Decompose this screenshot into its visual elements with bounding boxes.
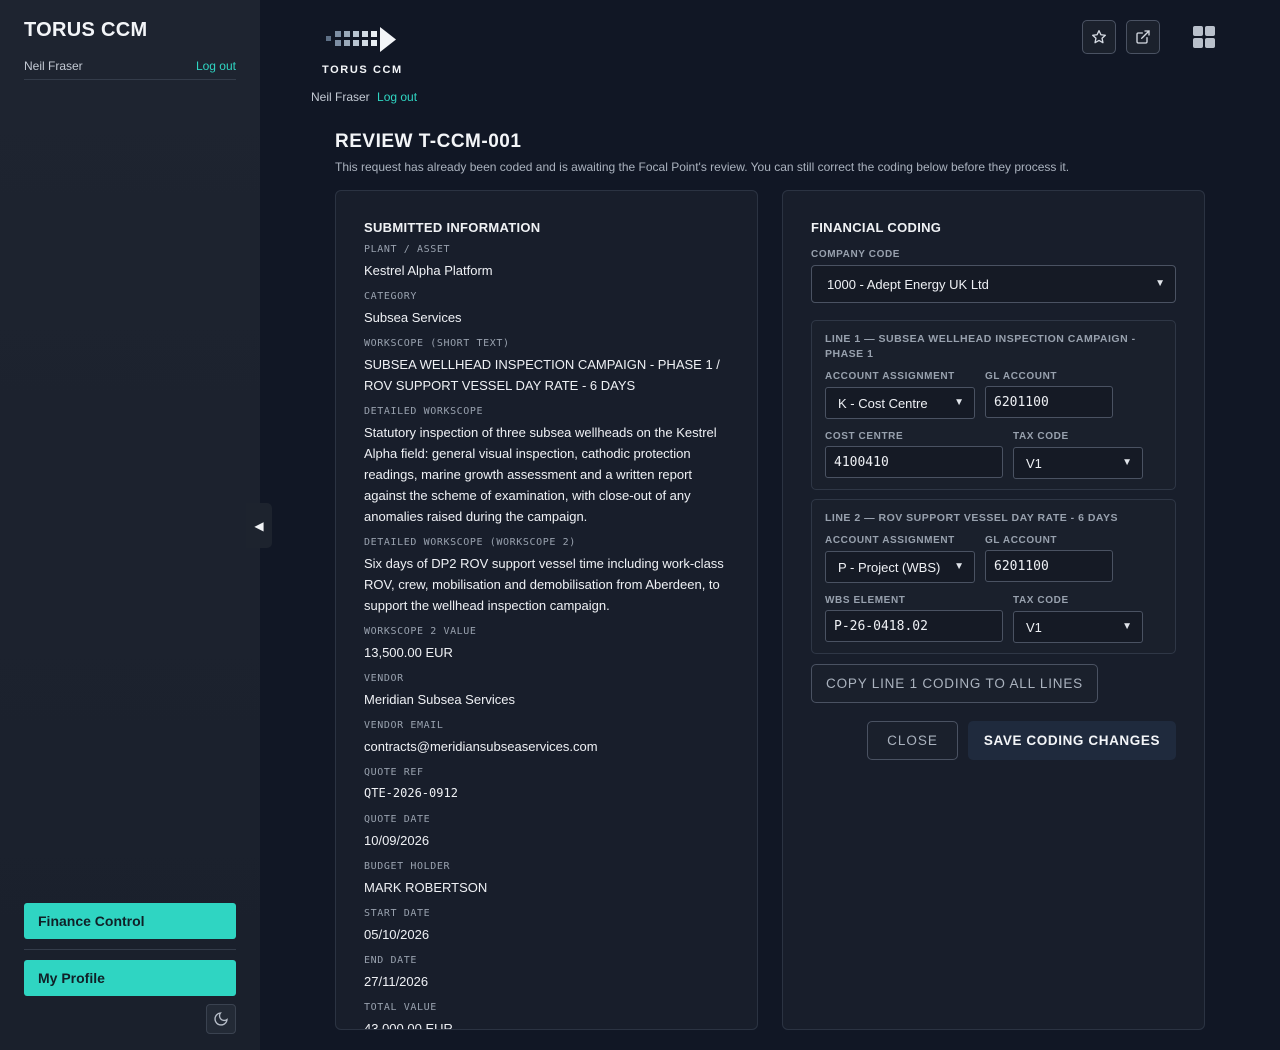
line-1-cost-centre-label: COST CENTRE <box>825 431 904 442</box>
company-code-label: COMPANY CODE <box>811 249 901 260</box>
page-title: REVIEW T-CCM-001 <box>335 131 522 152</box>
line-1-gl-account-input[interactable]: 6201100 <box>985 386 1113 418</box>
field-label: START DATE <box>364 908 431 919</box>
line-1-account-assignment-value: K - Cost Centre <box>838 395 928 411</box>
grid-icon[interactable] <box>1193 26 1215 48</box>
sidebar-divider <box>24 949 236 950</box>
chevron-down-icon: ▼ <box>1122 457 1132 468</box>
field-label: END DATE <box>364 955 417 966</box>
line-2-account-assignment-select[interactable]: P - Project (WBS) ▼ <box>825 551 975 583</box>
sidebar: TORUS CCM Neil Fraser Log out Finance Co… <box>0 0 260 1050</box>
financial-coding-panel: FINANCIAL CODING COMPANY CODE 1000 - Ade… <box>782 190 1205 1030</box>
line-1-tax-code-value: V1 <box>1026 455 1042 471</box>
field-label: CATEGORY <box>364 291 417 302</box>
company-code-value: 1000 - Adept Energy UK Ltd <box>827 276 989 292</box>
field-value: Kestrel Alpha Platform <box>364 263 493 278</box>
line-1-gl-account-label: GL ACCOUNT <box>985 371 1058 382</box>
company-code-select[interactable]: 1000 - Adept Energy UK Ltd ▼ <box>811 265 1176 303</box>
moon-icon <box>214 1012 228 1026</box>
close-button[interactable]: CLOSE <box>867 721 958 760</box>
line-2-account-assignment-label: ACCOUNT ASSIGNMENT <box>825 535 955 546</box>
line-2-wbs-element-label: WBS ELEMENT <box>825 595 906 606</box>
line-2-account-assignment-value: P - Project (WBS) <box>838 559 941 575</box>
line-1-account-assignment-select[interactable]: K - Cost Centre ▼ <box>825 387 975 419</box>
copy-line-1-coding-button[interactable]: COPY LINE 1 CODING TO ALL LINES <box>811 664 1098 703</box>
sidebar-app-title: TORUS CCM <box>24 19 148 41</box>
line-1-cost-centre-value: 4100410 <box>834 454 889 470</box>
line-2-tax-code-label: TAX CODE <box>1013 595 1069 606</box>
line-2-wbs-element-value: P-26-0418.02 <box>834 618 928 634</box>
field-value: 05/10/2026 <box>364 927 430 942</box>
submitted-information-panel: SUBMITTED INFORMATION PLANT / ASSET Kestr… <box>335 190 758 1030</box>
field-label: PLANT / ASSET <box>364 244 451 255</box>
sidebar-logout-link[interactable]: Log out <box>196 59 236 73</box>
chevron-down-icon: ▼ <box>1155 278 1165 289</box>
line-1-cost-centre-input[interactable]: 4100410 <box>825 446 1003 478</box>
line-2-tax-code-select[interactable]: V1 ▼ <box>1013 611 1143 643</box>
coding-line-1: LINE 1 — SUBSEA WELLHEAD INSPECTION CAMP… <box>811 320 1176 490</box>
sidebar-user-name: Neil Fraser <box>24 59 83 73</box>
theme-toggle-button[interactable] <box>206 1004 236 1034</box>
coding-line-2: LINE 2 — ROV SUPPORT VESSEL DAY RATE - 6… <box>811 499 1176 654</box>
nav-my-profile-button[interactable]: My Profile <box>24 960 236 996</box>
field-value: Subsea Services <box>364 310 462 325</box>
line-1-account-assignment-label: ACCOUNT ASSIGNMENT <box>825 371 955 382</box>
line-2-gl-account-value: 6201100 <box>994 558 1049 574</box>
field-label: WORKSCOPE (SHORT TEXT) <box>364 338 510 349</box>
field-value: 27/11/2026 <box>364 974 429 989</box>
field-value: contracts@meridiansubseaservices.com <box>364 739 598 754</box>
line-2-wbs-element-input[interactable]: P-26-0418.02 <box>825 610 1003 642</box>
star-icon <box>1092 30 1106 44</box>
open-external-button[interactable] <box>1126 20 1160 54</box>
header-user: Neil Fraser Log out <box>311 90 417 104</box>
field-value: 13,500.00 EUR <box>364 645 453 660</box>
line-2-gl-account-input[interactable]: 6201100 <box>985 550 1113 582</box>
line-1-tax-code-select[interactable]: V1 ▼ <box>1013 447 1143 479</box>
sidebar-collapse-button[interactable]: ◀ <box>246 503 272 548</box>
page-subtitle: This request has already been coded and … <box>335 160 1070 174</box>
field-label: QUOTE REF <box>364 767 424 778</box>
field-value: QTE-2026-0912 <box>364 786 458 800</box>
line-1-tax-code-label: TAX CODE <box>1013 431 1069 442</box>
line-1-title: LINE 1 — SUBSEA WELLHEAD INSPECTION CAMP… <box>825 333 1136 360</box>
favorite-button[interactable] <box>1082 20 1116 54</box>
field-label: VENDOR <box>364 673 404 684</box>
nav-finance-control-button[interactable]: Finance Control <box>24 903 236 939</box>
brand-logo: TORUS CCM <box>311 25 421 76</box>
field-value: Six days of DP2 ROV support vessel time … <box>364 556 724 613</box>
line-2-gl-account-label: GL ACCOUNT <box>985 535 1058 546</box>
field-value: SUBSEA WELLHEAD INSPECTION CAMPAIGN - PH… <box>364 357 720 393</box>
field-label: TOTAL VALUE <box>364 1002 437 1013</box>
field-value: MARK ROBERTSON <box>364 880 488 895</box>
header-user-name: Neil Fraser <box>311 90 370 104</box>
brand-logo-text: TORUS CCM <box>322 64 403 76</box>
field-label: VENDOR EMAIL <box>364 720 444 731</box>
triangle-left-icon: ◀ <box>254 518 264 533</box>
field-label: DETAILED WORKSCOPE (WORKSCOPE 2) <box>364 537 576 548</box>
line-2-tax-code-value: V1 <box>1026 619 1042 635</box>
save-coding-changes-button[interactable]: SAVE CODING CHANGES <box>968 721 1176 760</box>
field-value: 10/09/2026 <box>364 833 430 848</box>
chevron-down-icon: ▼ <box>954 397 964 408</box>
submitted-fields: PLANT / ASSET Kestrel Alpha Platform CATEG… <box>364 243 734 1030</box>
sidebar-divider <box>24 79 236 80</box>
field-label: QUOTE DATE <box>364 814 431 825</box>
field-label: WORKSCOPE 2 VALUE <box>364 626 477 637</box>
arrow-logo-icon <box>326 27 396 52</box>
chevron-down-icon: ▼ <box>954 561 964 572</box>
header-logout-link[interactable]: Log out <box>377 90 417 104</box>
line-2-title: LINE 2 — ROV SUPPORT VESSEL DAY RATE - 6… <box>825 512 1119 524</box>
field-label: DETAILED WORKSCOPE <box>364 406 484 417</box>
chevron-down-icon: ▼ <box>1122 621 1132 632</box>
field-value: Meridian Subsea Services <box>364 692 516 707</box>
external-link-icon <box>1136 30 1150 44</box>
field-value: 43,000.00 EUR <box>364 1021 453 1030</box>
submitted-information-heading: SUBMITTED INFORMATION <box>364 220 541 235</box>
field-label: BUDGET HOLDER <box>364 861 451 872</box>
header-actions <box>1082 20 1204 54</box>
line-1-gl-account-value: 6201100 <box>994 394 1049 410</box>
field-value: Statutory inspection of three subsea wel… <box>364 425 717 524</box>
financial-coding-heading: FINANCIAL CODING <box>811 220 942 235</box>
